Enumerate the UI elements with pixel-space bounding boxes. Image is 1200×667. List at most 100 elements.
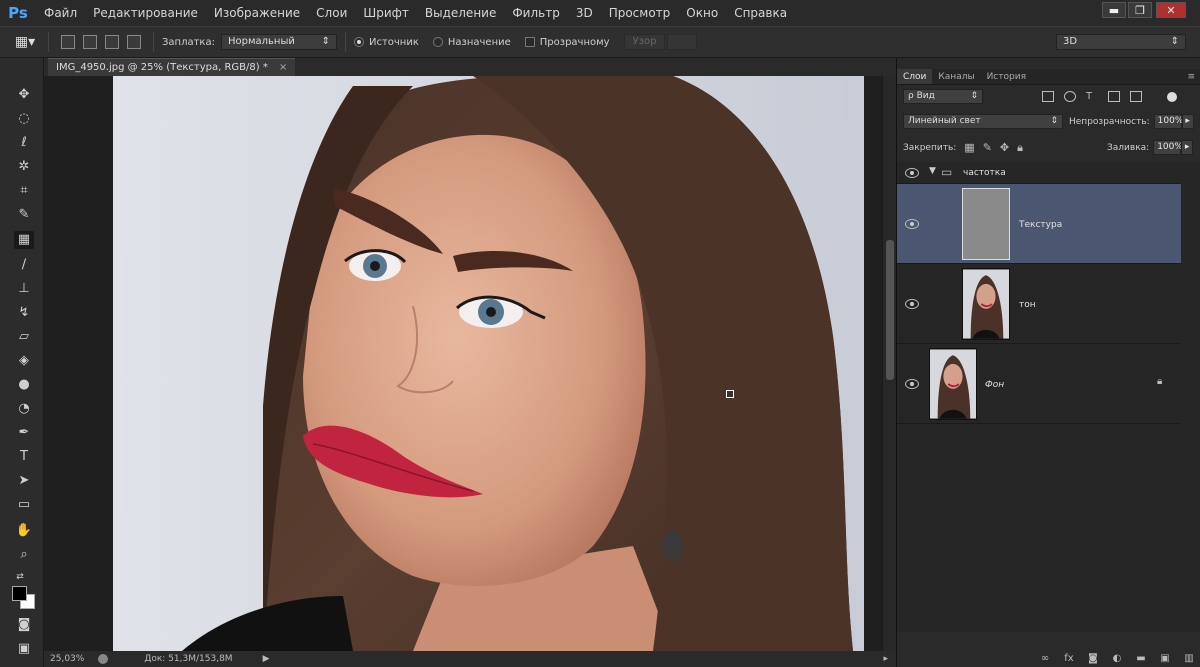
layer-row-tone[interactable]: тон (897, 264, 1181, 344)
trash-icon[interactable]: ▥ (1182, 653, 1196, 665)
menu-type[interactable]: Шрифт (355, 0, 417, 26)
destination-radio[interactable] (432, 37, 443, 47)
tab-channels[interactable]: Каналы (932, 69, 980, 84)
filter-smart-icon[interactable] (1130, 91, 1142, 102)
app-logo[interactable]: Ps (0, 0, 36, 26)
layer-row-texture[interactable]: Текстура (897, 184, 1181, 264)
eyedropper-tool-icon[interactable]: ✎ (14, 206, 34, 224)
zoom-level[interactable]: 25,03% (50, 654, 84, 664)
new-layer-icon[interactable]: ▣ (1158, 653, 1172, 665)
quick-mask-icon[interactable]: ◙ (14, 616, 34, 634)
filter-shape-icon[interactable] (1108, 91, 1120, 102)
menu-help[interactable]: Справка (726, 0, 795, 26)
filter-toggle-icon[interactable] (1167, 91, 1177, 102)
tab-layers[interactable]: Слои (897, 69, 933, 84)
intersect-selection-icon[interactable] (127, 35, 141, 49)
eraser-tool-icon[interactable]: ▱ (14, 328, 34, 346)
clone-stamp-tool-icon[interactable]: ⊥ (14, 280, 34, 298)
hand-tool-icon[interactable]: ✋ (14, 522, 34, 540)
layer-group-row[interactable]: ▼ ▭ частотка (897, 162, 1181, 184)
canvas-area[interactable] (44, 76, 882, 651)
screen-mode-icon[interactable]: ▣ (14, 640, 34, 658)
fill-input[interactable]: 100% (1153, 140, 1183, 155)
pen-tool-icon[interactable]: ✒ (14, 424, 34, 442)
menu-view[interactable]: Просмотр (601, 0, 679, 26)
vertical-scrollbar[interactable] (882, 76, 896, 651)
adjustment-icon[interactable]: ◐ (1110, 653, 1124, 665)
status-menu-arrow-icon[interactable]: ▶ (263, 654, 270, 664)
folder-icon[interactable]: ▬ (1134, 653, 1148, 665)
menu-filter[interactable]: Фильтр (504, 0, 567, 26)
tab-history[interactable]: История (981, 69, 1032, 84)
blend-mode-select[interactable]: Линейный свет ⇕ (903, 114, 1063, 129)
foreground-color-swatch[interactable] (12, 586, 27, 601)
minimize-button[interactable]: ▬ (1102, 2, 1126, 18)
eye-icon[interactable] (905, 299, 919, 309)
lock-all-icon[interactable]: 🔒︎ (1017, 141, 1023, 155)
source-radio[interactable] (353, 37, 364, 47)
close-tab-icon[interactable]: × (279, 62, 287, 73)
filter-adjustment-icon[interactable] (1064, 91, 1076, 102)
divider (48, 32, 49, 52)
menu-file[interactable]: Файл (36, 0, 85, 26)
status-info-icon[interactable] (98, 654, 109, 664)
subtract-selection-icon[interactable] (105, 35, 119, 49)
menu-window[interactable]: Окно (678, 0, 726, 26)
shape-tool-icon[interactable]: ▭ (14, 496, 34, 514)
hscroll-right-icon[interactable]: ▸ (883, 654, 888, 664)
folder-icon: ▭ (941, 165, 953, 179)
add-selection-icon[interactable] (83, 35, 97, 49)
filter-pixel-icon[interactable] (1042, 91, 1054, 102)
menu-3d[interactable]: 3D (568, 0, 601, 26)
type-tool-icon[interactable]: T (14, 448, 34, 466)
link-icon[interactable]: ∞ (1038, 653, 1052, 665)
dodge-tool-icon[interactable]: ◔ (14, 400, 34, 418)
eye-icon[interactable] (905, 168, 919, 178)
path-selection-tool-icon[interactable]: ➤ (14, 472, 34, 490)
opacity-input[interactable]: 100% (1153, 114, 1183, 129)
document-image[interactable] (113, 76, 864, 651)
brush-tool-icon[interactable]: ∕ (14, 256, 34, 274)
move-tool-icon[interactable]: ✥ (14, 86, 34, 104)
opacity-dropdown-icon[interactable]: ▸ (1181, 114, 1194, 129)
transparent-checkbox[interactable] (524, 37, 535, 47)
blur-tool-icon[interactable]: ● (14, 376, 34, 394)
fx-icon[interactable]: fx (1062, 653, 1076, 665)
patch-mode-select[interactable]: Нормальный ⇕ (220, 34, 337, 50)
fill-dropdown-icon[interactable]: ▸ (1181, 140, 1194, 155)
eye-icon[interactable] (905, 219, 919, 229)
expand-arrow-icon[interactable]: ▼ (929, 166, 936, 176)
filter-type-icon[interactable]: T (1086, 91, 1098, 102)
pattern-button[interactable]: Узор (623, 34, 666, 50)
lock-transparency-icon[interactable]: ▦ (964, 141, 974, 154)
mask-icon[interactable]: ◙ (1086, 653, 1100, 665)
patch-tool-icon[interactable]: ▦▾ (10, 32, 40, 52)
crop-tool-icon[interactable]: ⌗ (14, 182, 34, 200)
patch-tool-icon[interactable]: ▦ (14, 231, 34, 249)
lock-pixels-icon[interactable]: ✎ (983, 141, 992, 154)
zoom-tool-icon[interactable]: ⌕ (14, 546, 34, 564)
close-window-button[interactable]: ✕ (1156, 2, 1186, 18)
layer-row-background[interactable]: Фон 🔒︎ (897, 344, 1181, 424)
marquee-tool-icon[interactable]: ◌ (14, 110, 34, 128)
restore-button[interactable]: ❐ (1128, 2, 1152, 18)
panel-menu-icon[interactable]: ≡ (1181, 69, 1200, 84)
menu-image[interactable]: Изображение (206, 0, 308, 26)
document-tab[interactable]: IMG_4950.jpg @ 25% (Текстура, RGB/8) * × (48, 58, 296, 76)
menu-select[interactable]: Выделение (417, 0, 504, 26)
layer-filter-select[interactable]: ρ Вид ⇕ (903, 89, 983, 104)
lasso-tool-icon[interactable]: ℓ (14, 134, 34, 152)
history-brush-tool-icon[interactable]: ↯ (14, 304, 34, 322)
menu-edit[interactable]: Редактирование (85, 0, 206, 26)
paint-bucket-tool-icon[interactable]: ◈ (14, 352, 34, 370)
scroll-thumb[interactable] (886, 240, 894, 380)
lock-position-icon[interactable]: ✥ (1000, 141, 1009, 154)
layer-name: тон (1019, 300, 1036, 310)
pattern-picker[interactable] (667, 34, 698, 50)
magic-wand-tool-icon[interactable]: ✲ (14, 158, 34, 176)
swap-colors-icon[interactable]: ⇄ (10, 568, 30, 586)
workspace-select[interactable]: 3D ⇕ (1056, 34, 1186, 50)
menu-layers[interactable]: Слои (308, 0, 355, 26)
eye-icon[interactable] (905, 379, 919, 389)
new-selection-icon[interactable] (61, 35, 75, 49)
